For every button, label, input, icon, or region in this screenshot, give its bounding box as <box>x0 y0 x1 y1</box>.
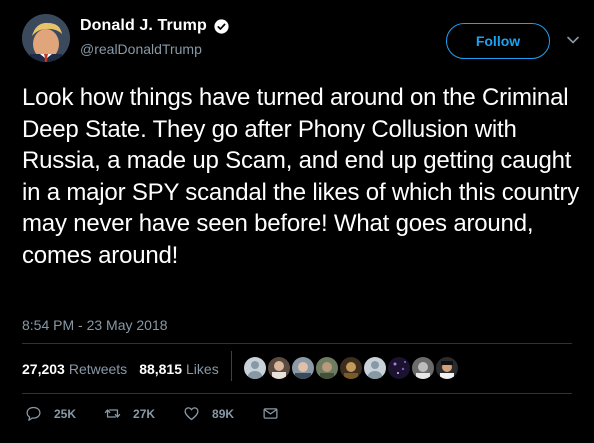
likes-count[interactable]: 88,815 <box>139 361 182 377</box>
tweet-actions: 25K 27K 89K <box>25 405 307 422</box>
direct-message-button[interactable] <box>262 405 279 422</box>
like-count: 89K <box>212 406 235 421</box>
retweets-count[interactable]: 27,203 <box>22 361 65 377</box>
message-icon <box>263 408 278 419</box>
liker-avatar[interactable] <box>340 357 362 379</box>
liker-avatar[interactable] <box>292 357 314 379</box>
reply-button[interactable]: 25K <box>25 405 76 422</box>
liker-avatar[interactable] <box>436 357 458 379</box>
tweet-card: Donald J. Trump @realDonaldTrump Follow … <box>0 0 594 443</box>
retweets-label[interactable]: Retweets <box>69 361 127 377</box>
retweet-count: 27K <box>133 406 156 421</box>
divider <box>22 393 572 394</box>
liker-avatars <box>244 357 458 379</box>
retweet-button[interactable]: 27K <box>104 405 155 422</box>
liker-avatar[interactable] <box>364 357 386 379</box>
retweet-icon <box>104 409 121 418</box>
liker-avatar[interactable] <box>268 357 290 379</box>
liker-avatar[interactable] <box>388 357 410 379</box>
reply-count: 25K <box>54 406 77 421</box>
tweet-timestamp[interactable]: 8:54 PM - 23 May 2018 <box>22 317 168 333</box>
follow-button[interactable]: Follow <box>446 23 550 59</box>
liker-avatar[interactable] <box>244 357 266 379</box>
likes-label[interactable]: Likes <box>186 361 219 377</box>
like-button[interactable]: 89K <box>183 405 234 422</box>
heart-icon <box>184 407 199 421</box>
tweet-stats: 27,203 Retweets 88,815 Likes <box>22 361 231 377</box>
divider <box>22 343 572 344</box>
stats-separator <box>231 351 232 381</box>
chevron-down-icon[interactable] <box>566 33 580 47</box>
liker-avatar[interactable] <box>316 357 338 379</box>
reply-icon <box>26 406 41 421</box>
liker-avatar[interactable] <box>412 357 434 379</box>
author-avatar[interactable] <box>22 14 70 62</box>
tweet-text: Look how things have turned around on th… <box>22 84 580 269</box>
verified-badge-icon <box>213 18 230 35</box>
author-name-row[interactable]: Donald J. Trump <box>80 17 230 35</box>
author-display-name[interactable]: Donald J. Trump <box>80 17 207 35</box>
author-handle[interactable]: @realDonaldTrump <box>80 41 202 57</box>
